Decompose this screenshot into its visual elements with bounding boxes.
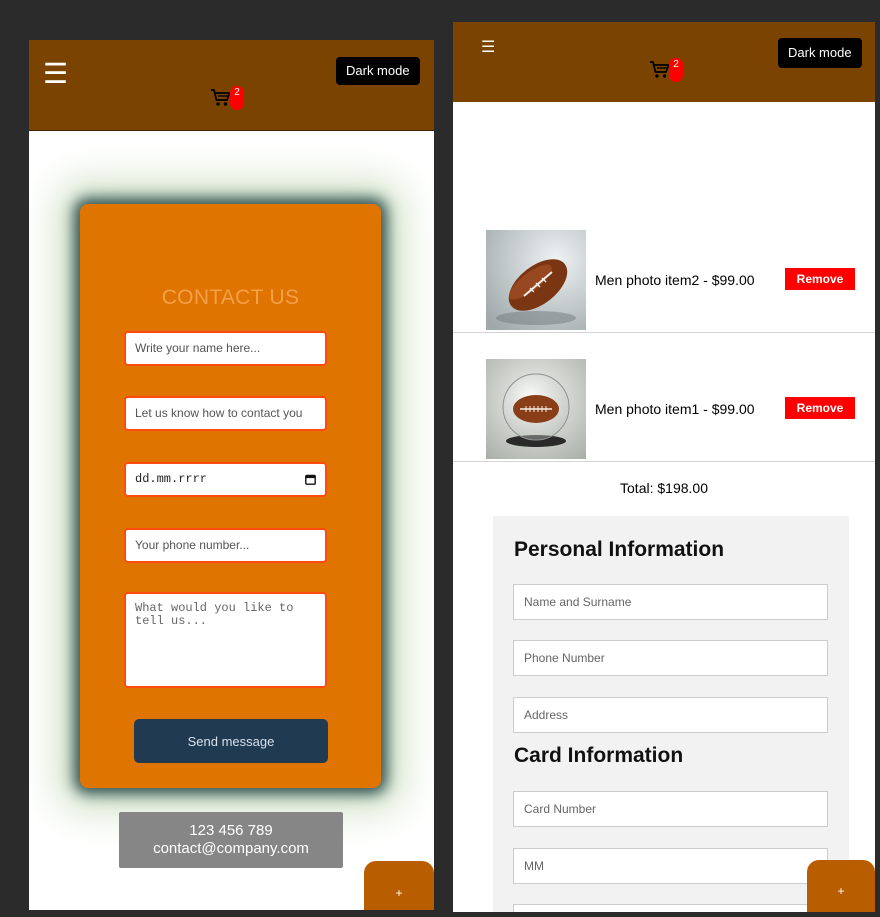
cart-button[interactable]: 2 [210, 86, 244, 114]
personal-info-heading: Personal Information [514, 538, 725, 561]
name-input[interactable]: Write your name here... [124, 331, 327, 366]
next-card-input[interactable] [513, 904, 828, 912]
dark-mode-button[interactable]: Dark mode [778, 38, 862, 68]
hamburger-menu-icon[interactable]: ☰ [481, 40, 495, 56]
message-textarea[interactable]: What would you like to tell us... [124, 592, 327, 688]
cart-page-screen: ☰ 2 Dark mode Men photo item2 - $99.00 R… [453, 22, 875, 912]
contact-email: contact@company.com [153, 840, 309, 857]
address-input[interactable]: Address [513, 697, 828, 733]
contact-phone-number: 123 456 789 [189, 822, 273, 839]
name-surname-input[interactable]: Name and Surname [513, 584, 828, 620]
shopping-cart-icon [211, 89, 231, 106]
contact-page-screen: ☰ 2 Dark mode CONTACT US Write your name… [29, 40, 434, 910]
calendar-icon[interactable] [305, 474, 316, 485]
cart-item: Men photo item2 - $99.00 Remove [453, 230, 875, 333]
card-number-input[interactable]: Card Number [513, 791, 828, 827]
shopping-cart-icon [650, 61, 670, 78]
date-input[interactable]: dd.mm.rrrr [124, 462, 327, 497]
cart-item-name: Men photo item2 - $99.00 [595, 272, 755, 288]
month-input[interactable]: MM [513, 848, 828, 884]
cart-button[interactable]: 2 [649, 58, 683, 86]
cart-count-badge: 2 [230, 86, 244, 110]
cart-item-name: Men photo item1 - $99.00 [595, 401, 755, 417]
contact-form-card: CONTACT US Write your name here... Let u… [80, 204, 381, 788]
remove-item-button[interactable]: Remove [785, 268, 855, 290]
contact-title: CONTACT US [161, 286, 300, 309]
send-message-button[interactable]: Send message [134, 719, 328, 763]
product-image [486, 230, 586, 330]
checkout-form: Personal Information Name and Surname Ph… [493, 516, 849, 912]
cart-count-badge: 2 [669, 58, 683, 82]
phone-number-input[interactable]: Phone Number [513, 640, 828, 676]
floating-add-button[interactable]: + [364, 861, 434, 910]
dark-mode-button[interactable]: Dark mode [336, 57, 420, 85]
app-header: ☰ 2 Dark mode [453, 22, 875, 102]
contact-info-box: 123 456 789 contact@company.com [119, 812, 343, 868]
phone-input[interactable]: Your phone number... [124, 528, 327, 563]
cart-item: Men photo item1 - $99.00 Remove [453, 359, 875, 462]
hamburger-menu-icon[interactable]: ☰ [43, 60, 68, 88]
remove-item-button[interactable]: Remove [785, 397, 855, 419]
product-image [486, 359, 586, 459]
date-placeholder: dd.mm.rrrr [135, 472, 208, 486]
app-header: ☰ 2 Dark mode [29, 40, 434, 131]
floating-add-button[interactable]: + [807, 860, 875, 912]
cart-total: Total: $198.00 [620, 480, 708, 496]
contact-method-input[interactable]: Let us know how to contact you [124, 396, 327, 431]
card-info-heading: Card Information [514, 744, 684, 767]
